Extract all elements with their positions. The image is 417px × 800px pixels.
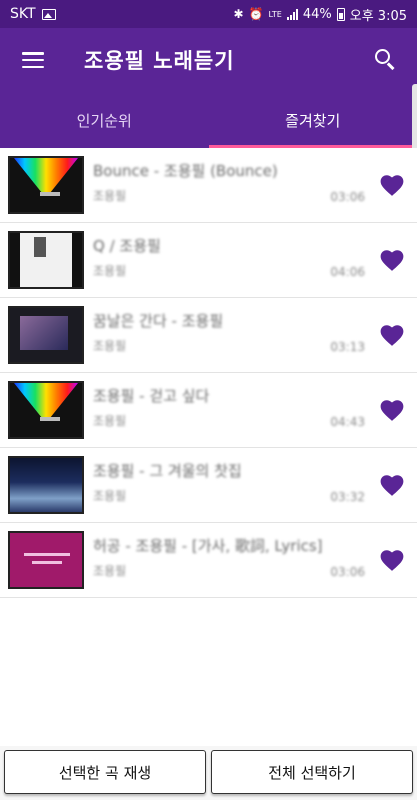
carrier-label: SKT (10, 6, 36, 22)
song-artist: 조용필 (93, 339, 127, 353)
tab-favorites[interactable]: 즐겨찾기 (208, 92, 417, 148)
song-duration: 04:06 (330, 265, 365, 279)
favorite-heart-icon[interactable] (371, 464, 413, 506)
song-artist: 조용필 (93, 414, 127, 428)
hamburger-menu-icon[interactable] (22, 52, 44, 68)
app-title: 조용필 노래듣기 (84, 49, 235, 73)
status-right: ✱ ⏰ LTE 44% 오후 3:05 (234, 5, 407, 24)
song-info: 조용필 - 그 겨울의 찻집 조용필 03:32 (84, 456, 371, 514)
song-item[interactable]: 허공 - 조용필 - [가사, 歌詞, Lyrics] 조용필 03:06 (0, 523, 417, 598)
song-title: 조용필 - 그 겨울의 찻집 (93, 462, 242, 480)
song-info: Bounce - 조용필 (Bounce) 조용필 03:06 (84, 156, 371, 214)
song-thumbnail (8, 306, 84, 364)
app-bar: 조용필 노래듣기 (0, 28, 417, 92)
song-info: 조용필 - 걷고 싶다 조용필 04:43 (84, 381, 371, 439)
play-selected-button[interactable]: 선택한 곡 재생 (4, 750, 206, 794)
bluetooth-icon: ✱ (233, 7, 244, 21)
song-duration: 03:06 (330, 565, 365, 579)
song-duration: 04:43 (330, 415, 365, 429)
song-title: Q / 조용필 (93, 237, 161, 255)
search-icon[interactable] (375, 49, 397, 71)
bottom-action-bar: 선택한 곡 재생 전체 선택하기 (0, 746, 417, 800)
clock: 오후 3:05 (349, 8, 407, 24)
gallery-notification-icon (41, 8, 56, 20)
song-item[interactable]: Q / 조용필 조용필 04:06 (0, 223, 417, 298)
status-bar: SKT ✱ ⏰ LTE 44% 오후 3:05 (0, 0, 417, 28)
song-item[interactable]: 조용필 - 그 겨울의 찻집 조용필 03:32 (0, 448, 417, 523)
alarm-icon: ⏰ (248, 7, 264, 21)
battery-icon (336, 7, 345, 21)
song-title: 허공 - 조용필 - [가사, 歌詞, Lyrics] (93, 537, 323, 555)
favorite-heart-icon[interactable] (371, 539, 413, 581)
song-duration: 03:06 (330, 190, 365, 204)
song-thumbnail (8, 381, 84, 439)
song-artist: 조용필 (93, 189, 127, 203)
tab-bar: 인기순위 즐겨찾기 (0, 92, 417, 148)
favorite-heart-icon[interactable] (371, 164, 413, 206)
song-thumbnail (8, 231, 84, 289)
song-thumbnail (8, 531, 84, 589)
song-artist: 조용필 (93, 564, 127, 578)
favorite-heart-icon[interactable] (371, 389, 413, 431)
song-title: 꿈날은 간다 - 조용필 (93, 312, 224, 330)
song-item[interactable]: 꿈날은 간다 - 조용필 조용필 03:13 (0, 298, 417, 373)
battery-percent: 44% (302, 6, 332, 22)
song-item[interactable]: Bounce - 조용필 (Bounce) 조용필 03:06 (0, 148, 417, 223)
song-title: 조용필 - 걷고 싶다 (93, 387, 210, 405)
signal-icon (286, 8, 298, 20)
song-info: 꿈날은 간다 - 조용필 조용필 03:13 (84, 306, 371, 364)
song-artist: 조용필 (93, 264, 127, 278)
status-left: SKT (10, 6, 56, 22)
favorite-heart-icon[interactable] (371, 314, 413, 356)
favorite-heart-icon[interactable] (371, 239, 413, 281)
lte-label: LTE (268, 9, 282, 19)
song-list: Bounce - 조용필 (Bounce) 조용필 03:06 Q / 조용필 … (0, 148, 417, 598)
song-duration: 03:32 (330, 490, 365, 504)
song-info: 허공 - 조용필 - [가사, 歌詞, Lyrics] 조용필 03:06 (84, 531, 371, 589)
song-thumbnail (8, 456, 84, 514)
song-item[interactable]: 조용필 - 걷고 싶다 조용필 04:43 (0, 373, 417, 448)
song-thumbnail (8, 156, 84, 214)
song-duration: 03:13 (330, 340, 365, 354)
song-info: Q / 조용필 조용필 04:06 (84, 231, 371, 289)
song-artist: 조용필 (93, 489, 127, 503)
tab-popular[interactable]: 인기순위 (0, 92, 209, 148)
select-all-button[interactable]: 전체 선택하기 (211, 750, 413, 794)
song-title: Bounce - 조용필 (Bounce) (93, 162, 278, 180)
